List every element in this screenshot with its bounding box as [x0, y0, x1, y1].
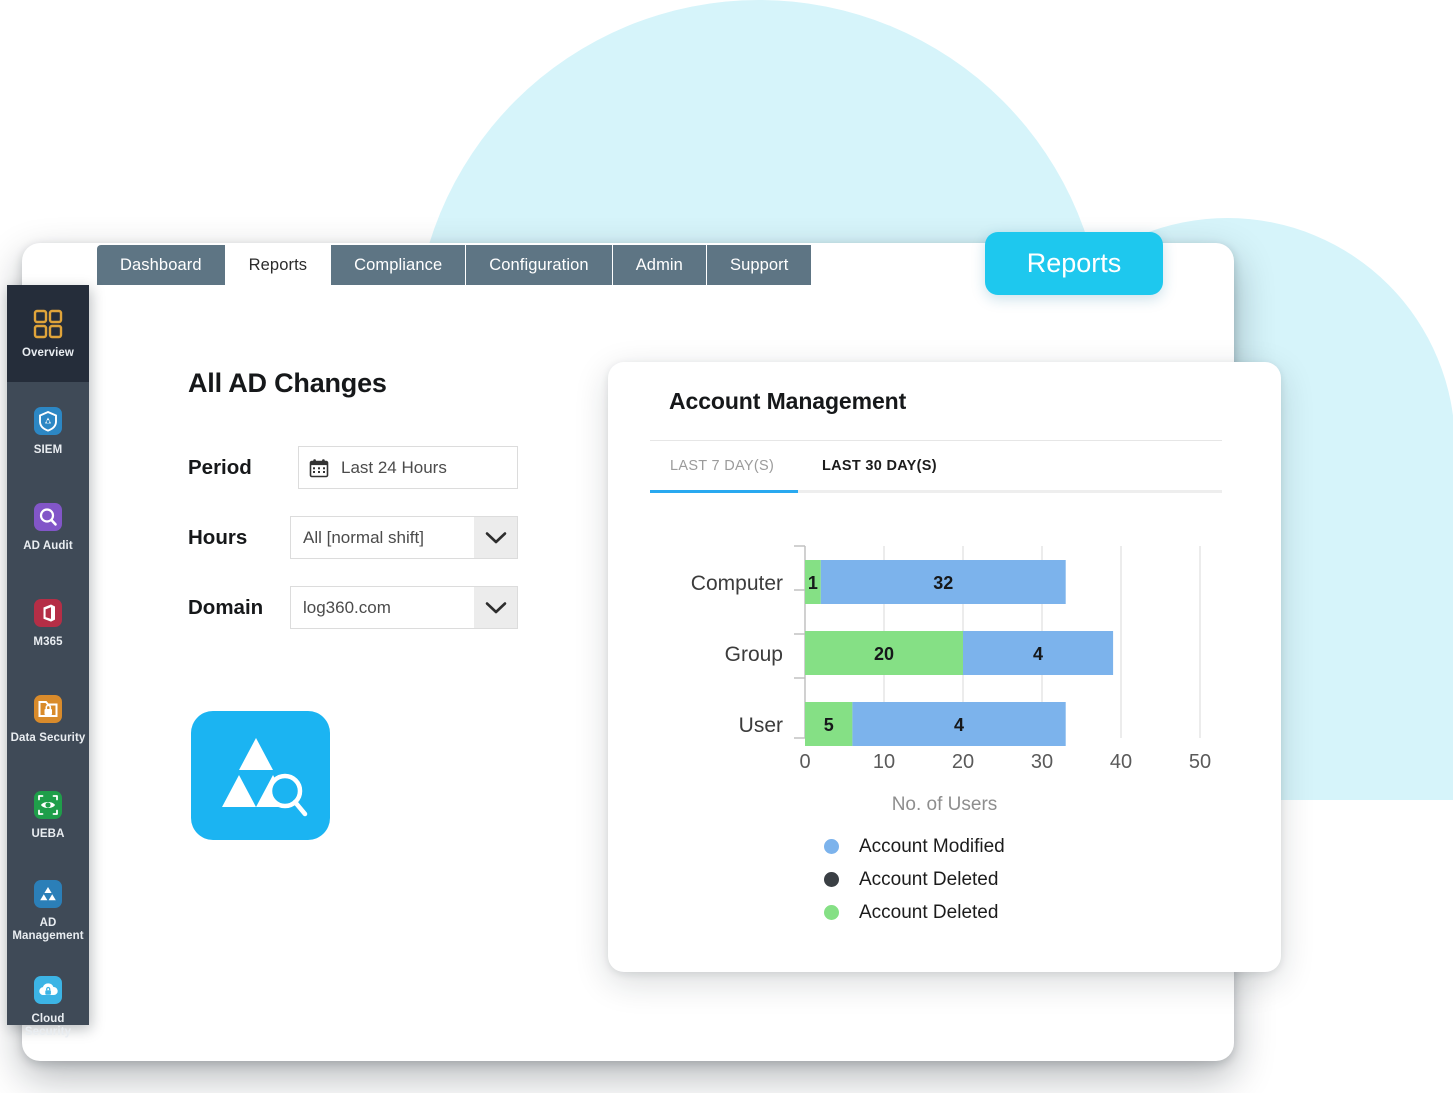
sidebar-item-overview[interactable]: Overview	[7, 285, 89, 382]
domain-value: log360.com	[303, 597, 391, 617]
tab-underline-track	[650, 490, 1222, 493]
svg-text:30: 30	[1031, 751, 1053, 773]
chevron-down-icon[interactable]	[474, 587, 517, 628]
tab-dashboard[interactable]: Dashboard	[97, 245, 226, 285]
reports-badge: Reports	[985, 232, 1163, 295]
tab-last-30-days[interactable]: LAST 30 DAY(S)	[798, 458, 937, 490]
sidebar-item-ad-audit[interactable]: AD Audit	[7, 478, 89, 574]
sidebar-item-label: SIEM	[33, 443, 63, 456]
svg-text:5: 5	[824, 715, 834, 735]
sidebar-item-label: UEBA	[31, 827, 65, 840]
cloud-lock-icon	[31, 973, 65, 1007]
sidebar-item-label: AD Audit	[23, 539, 73, 552]
field-row-period: Period Last 24 Hours	[188, 446, 518, 489]
sidebar-item-label: Data Security	[10, 731, 86, 744]
triangles-magnifier-icon	[221, 737, 307, 816]
legend-item[interactable]: Account Modified	[824, 830, 1005, 863]
shield-icon	[31, 404, 65, 438]
tab-active-indicator	[650, 490, 798, 493]
tab-configuration[interactable]: Configuration	[466, 245, 613, 285]
chevron-down-icon[interactable]	[474, 517, 517, 558]
legend-item[interactable]: Account Deleted	[824, 896, 1005, 929]
tab-support[interactable]: Support	[706, 245, 813, 285]
svg-text:4: 4	[1033, 644, 1043, 664]
svg-text:20: 20	[874, 644, 894, 664]
sidebar-item-ad-management[interactable]: AD Management	[7, 862, 89, 958]
card-divider	[650, 440, 1222, 441]
legend-swatch	[824, 839, 839, 854]
sidebar-item-m365[interactable]: M365	[7, 574, 89, 670]
hours-label: Hours	[188, 525, 248, 549]
sidebar-item-data-security[interactable]: Data Security	[7, 670, 89, 766]
adaudit-plus-logo	[191, 711, 330, 840]
sidebar-item-ueba[interactable]: UEBA	[7, 766, 89, 862]
field-row-domain: Domain log360.com	[188, 586, 518, 629]
account-management-card: Account Management LAST 7 DAY(S) LAST 30…	[608, 362, 1281, 972]
svg-text:Group: Group	[725, 643, 783, 666]
legend-label: Account Deleted	[859, 868, 999, 890]
top-navigation: Dashboard Reports Compliance Configurati…	[97, 245, 813, 285]
chart-legend: Account Modified Account Deleted Account…	[824, 830, 1005, 929]
grid-squares-icon	[31, 307, 65, 341]
sidebar-item-label: AD Management	[12, 917, 84, 942]
eye-icon	[31, 788, 65, 822]
office-icon	[31, 596, 65, 630]
period-input[interactable]: Last 24 Hours	[298, 446, 518, 489]
magnifier-icon	[31, 500, 65, 534]
sidebar: Overview SIEM AD Audit M365 Data Securit…	[7, 285, 89, 1038]
card-title: Account Management	[669, 388, 907, 414]
legend-swatch	[824, 872, 839, 887]
field-row-hours: Hours All [normal shift]	[188, 516, 518, 559]
svg-text:1: 1	[808, 573, 818, 593]
sidebar-item-label: M365	[33, 635, 63, 648]
svg-text:20: 20	[952, 751, 974, 773]
hours-select[interactable]: All [normal shift]	[290, 516, 518, 559]
period-label: Period	[188, 455, 252, 479]
chart-svg: Computer 1 32Group 20 4User 5 40 10 20 30 40 50	[691, 545, 1211, 773]
svg-text:Computer: Computer	[691, 572, 783, 595]
hours-value: All [normal shift]	[303, 527, 424, 547]
domain-label: Domain	[188, 595, 264, 619]
legend-item[interactable]: Account Deleted	[824, 863, 1005, 896]
tab-reports[interactable]: Reports	[225, 245, 332, 285]
tab-last-7-days[interactable]: LAST 7 DAY(S)	[650, 458, 798, 490]
svg-text:4: 4	[954, 715, 964, 735]
triangles-icon	[31, 877, 65, 911]
sidebar-item-siem[interactable]: SIEM	[7, 382, 89, 478]
svg-text:10: 10	[873, 751, 895, 773]
screenshot-stage: Dashboard Reports Compliance Configurati…	[0, 0, 1453, 1093]
calendar-icon	[299, 458, 339, 478]
x-axis-title: No. of Users	[891, 794, 998, 815]
folder-lock-icon	[31, 692, 65, 726]
sidebar-item-cloud-security[interactable]: Cloud Security	[7, 958, 89, 1054]
sidebar-item-label: Cloud Security	[24, 1013, 72, 1038]
report-filter-panel: All AD Changes Period Last 24 Hours Hour…	[188, 368, 518, 656]
legend-label: Account Modified	[859, 835, 1005, 857]
tab-compliance[interactable]: Compliance	[331, 245, 467, 285]
svg-text:0: 0	[799, 751, 810, 773]
sidebar-item-label: Overview	[22, 347, 74, 359]
bar-chart: Computer 1 32 Group 20 4 User 5 4 0 10 20 30 40 50	[608, 522, 1281, 822]
domain-select[interactable]: log360.com	[290, 586, 518, 629]
svg-text:User: User	[739, 714, 783, 737]
svg-text:40: 40	[1110, 751, 1132, 773]
card-tab-bar: LAST 7 DAY(S) LAST 30 DAY(S)	[650, 458, 1222, 493]
svg-text:32: 32	[933, 573, 953, 593]
tab-admin[interactable]: Admin	[612, 245, 707, 285]
legend-swatch	[824, 905, 839, 920]
period-value: Last 24 Hours	[341, 457, 447, 477]
page-title: All AD Changes	[188, 368, 387, 398]
legend-label: Account Deleted	[859, 901, 999, 923]
svg-text:50: 50	[1189, 751, 1211, 773]
